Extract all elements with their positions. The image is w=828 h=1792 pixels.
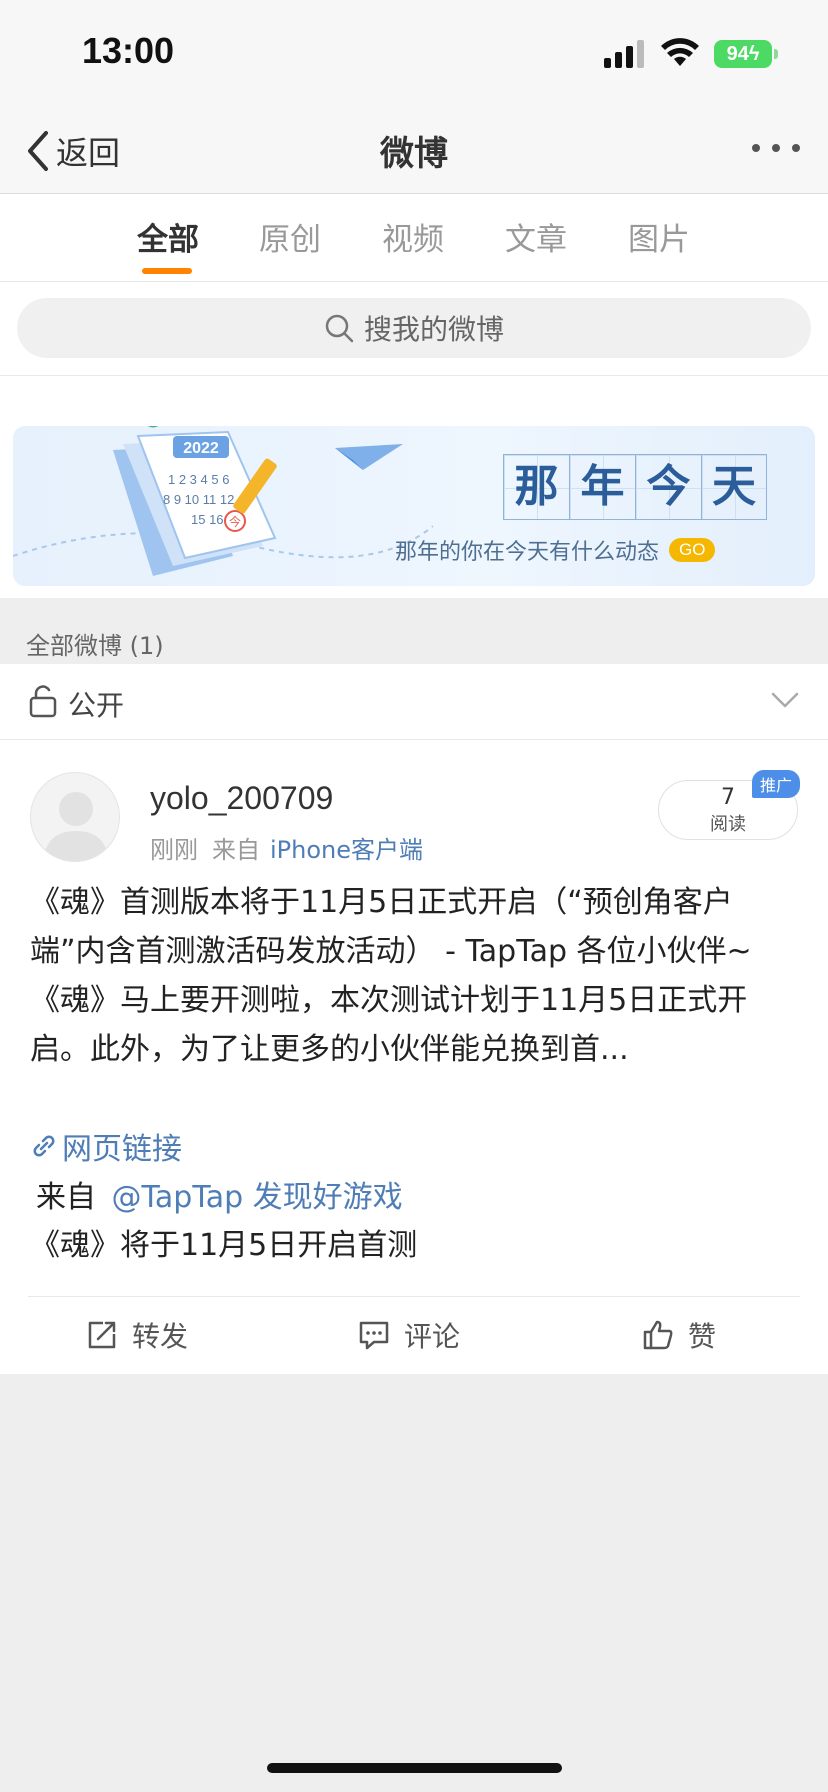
search-placeholder: 搜我的微博 — [363, 313, 504, 346]
status-time: 13:00 — [82, 30, 175, 71]
tab-video[interactable]: 视频 — [363, 214, 463, 259]
tab-all[interactable]: 全部 — [118, 214, 218, 259]
filter-tabs: 全部 原创 视频 文章 图片 — [0, 194, 828, 282]
visibility-label: 公开 — [68, 689, 125, 722]
post-source-link[interactable]: iPhone客户端 — [270, 830, 423, 865]
section-label: 全部微博 (1) — [26, 632, 164, 660]
avatar[interactable] — [30, 772, 120, 862]
battery-level: 94 — [726, 43, 749, 65]
post-card: yolo_200709 刚刚 来自 iPhone客户端 7 阅读 推广 《魂》首… — [0, 740, 828, 1374]
go-button[interactable]: GO — [669, 538, 716, 562]
mention-link[interactable]: @TapTap 发现好游戏 — [112, 1180, 403, 1215]
source-prefix: 来自 — [212, 836, 260, 864]
comment-button[interactable]: 评论 — [358, 1315, 460, 1355]
wifi-icon — [661, 38, 699, 66]
title-char: 那 — [503, 454, 569, 520]
repost-button[interactable]: 转发 — [86, 1315, 188, 1355]
repost-icon — [88, 1321, 116, 1349]
unlock-icon — [29, 685, 57, 718]
web-link-label: 网页链接 — [62, 1132, 182, 1167]
tab-original[interactable]: 原创 — [240, 214, 340, 259]
active-tab-indicator — [142, 268, 192, 274]
like-button[interactable]: 赞 — [642, 1315, 716, 1355]
title-char: 年 — [569, 454, 635, 520]
comment-label: 评论 — [404, 1320, 461, 1353]
battery-indicator: 94ϟ — [714, 40, 778, 68]
visibility-filter[interactable]: 公开 — [0, 664, 828, 740]
title-char: 今 — [635, 454, 701, 520]
title-char: 天 — [701, 454, 767, 520]
web-link[interactable]: 网页链接 — [30, 1124, 182, 1168]
calendar-today-text: 今 — [229, 514, 241, 529]
calendar-year-text: 2022 — [183, 440, 219, 457]
search-input[interactable]: 搜我的微博 — [17, 298, 811, 358]
post-time: 刚刚 — [150, 836, 198, 864]
tab-picture[interactable]: 图片 — [609, 214, 709, 259]
post-username[interactable]: yolo_200709 — [150, 780, 333, 817]
from-prefix: 来自 — [36, 1180, 96, 1215]
post-from: 来自 @TapTap 发现好游戏 — [36, 1172, 403, 1216]
thumbs-up-icon — [643, 1320, 673, 1350]
charging-bolt-icon: ϟ — [748, 43, 760, 65]
default-avatar-icon — [43, 792, 109, 861]
on-this-day-section: 2022 1 2 3 4 5 6 8 9 10 11 12 15 16 今 那 … — [0, 376, 828, 598]
home-indicator[interactable] — [267, 1763, 562, 1773]
calendar-illustration: 2022 1 2 3 4 5 6 8 9 10 11 12 15 16 今 — [13, 426, 433, 576]
on-this-day-title: 那 年 今 天 — [503, 454, 767, 520]
svg-text:8 9 10 11 12: 8 9 10 11 12 — [163, 492, 234, 507]
nav-bar: 返回 微博 — [0, 108, 828, 194]
chevron-down-icon — [771, 692, 799, 708]
post-meta: 刚刚 来自 iPhone客户端 — [150, 830, 423, 865]
post-headline: 《魂》将于11月5日开启首测 — [30, 1228, 418, 1263]
cellular-signal-icon — [604, 40, 644, 68]
svg-text:1 2 3 4 5 6: 1 2 3 4 5 6 — [168, 472, 229, 487]
search-icon — [325, 314, 354, 343]
comment-icon — [359, 1321, 389, 1350]
on-this-day-subtitle: 那年的你在今天有什么动态 GO — [395, 534, 716, 566]
post-actions: 转发 评论 赞 — [28, 1296, 800, 1374]
on-this-day-banner[interactable]: 2022 1 2 3 4 5 6 8 9 10 11 12 15 16 今 那 … — [13, 426, 815, 586]
post-text: 《魂》首测版本将于11月5日正式开启（“预创角客户端”内含首测激活码发放活动） … — [30, 885, 752, 1067]
subtitle-text: 那年的你在今天有什么动态 — [395, 540, 660, 565]
svg-text:15 16: 15 16 — [191, 512, 224, 527]
search-bar: 搜我的微博 — [0, 282, 828, 376]
link-icon — [33, 1135, 55, 1157]
promo-badge[interactable]: 推广 — [752, 770, 801, 798]
like-label: 赞 — [688, 1320, 717, 1353]
status-bar: 13:00 94ϟ — [0, 0, 828, 108]
tab-article[interactable]: 文章 — [486, 214, 586, 259]
page-title: 微博 — [380, 134, 448, 174]
repost-label: 转发 — [132, 1320, 189, 1353]
read-label: 阅读 — [710, 814, 746, 835]
more-icon[interactable] — [750, 138, 802, 158]
